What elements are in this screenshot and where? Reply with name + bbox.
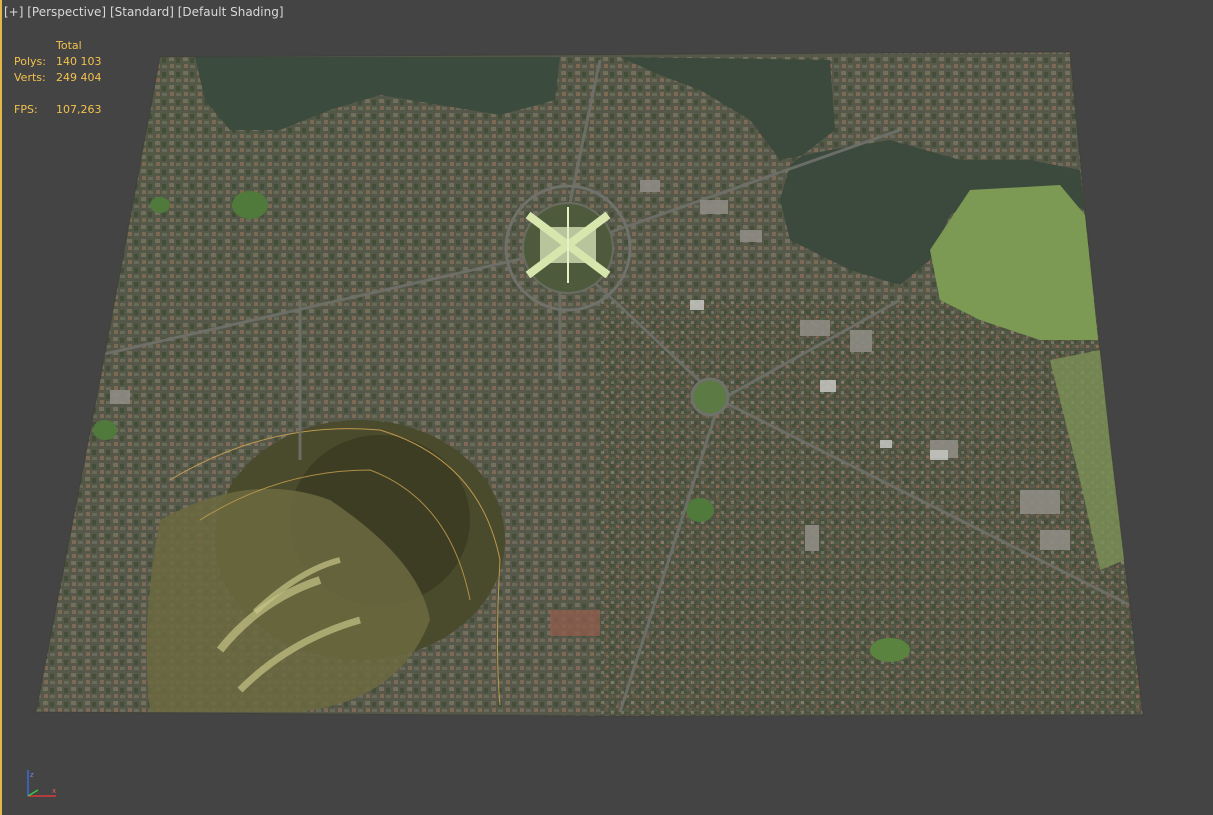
svg-text:x: x <box>52 787 56 795</box>
terrain-mesh[interactable] <box>0 0 1213 815</box>
verts-label: Verts: <box>14 71 46 84</box>
statistics-overlay: Total Polys: 140 103 Verts: 249 404 FPS:… <box>14 38 102 118</box>
fps-label: FPS: <box>14 103 38 116</box>
viewport-pov-menu[interactable]: [Perspective] <box>27 5 106 19</box>
polys-value: 140 103 <box>56 55 102 68</box>
xyz-axis-icon: z x <box>27 770 56 797</box>
polys-row: Polys: 140 103 <box>14 54 102 70</box>
fps-row: FPS: 107,263 <box>14 102 102 118</box>
viewport-label-menu[interactable]: [+] [Perspective] [Standard] [Default Sh… <box>4 5 284 19</box>
viewport-render-menu[interactable]: [Standard] <box>110 5 174 19</box>
polys-label: Polys: <box>14 55 46 68</box>
viewport-shading-menu[interactable]: [Default Shading] <box>178 5 284 19</box>
verts-value: 249 404 <box>56 71 102 84</box>
verts-row: Verts: 249 404 <box>14 70 102 86</box>
stats-header: Total <box>56 39 82 52</box>
fps-value: 107,263 <box>56 103 102 116</box>
perspective-viewport[interactable]: [+] [Perspective] [Standard] [Default Sh… <box>0 0 1213 815</box>
svg-text:z: z <box>30 771 34 779</box>
viewport-plus-menu[interactable]: [+] <box>4 5 23 19</box>
